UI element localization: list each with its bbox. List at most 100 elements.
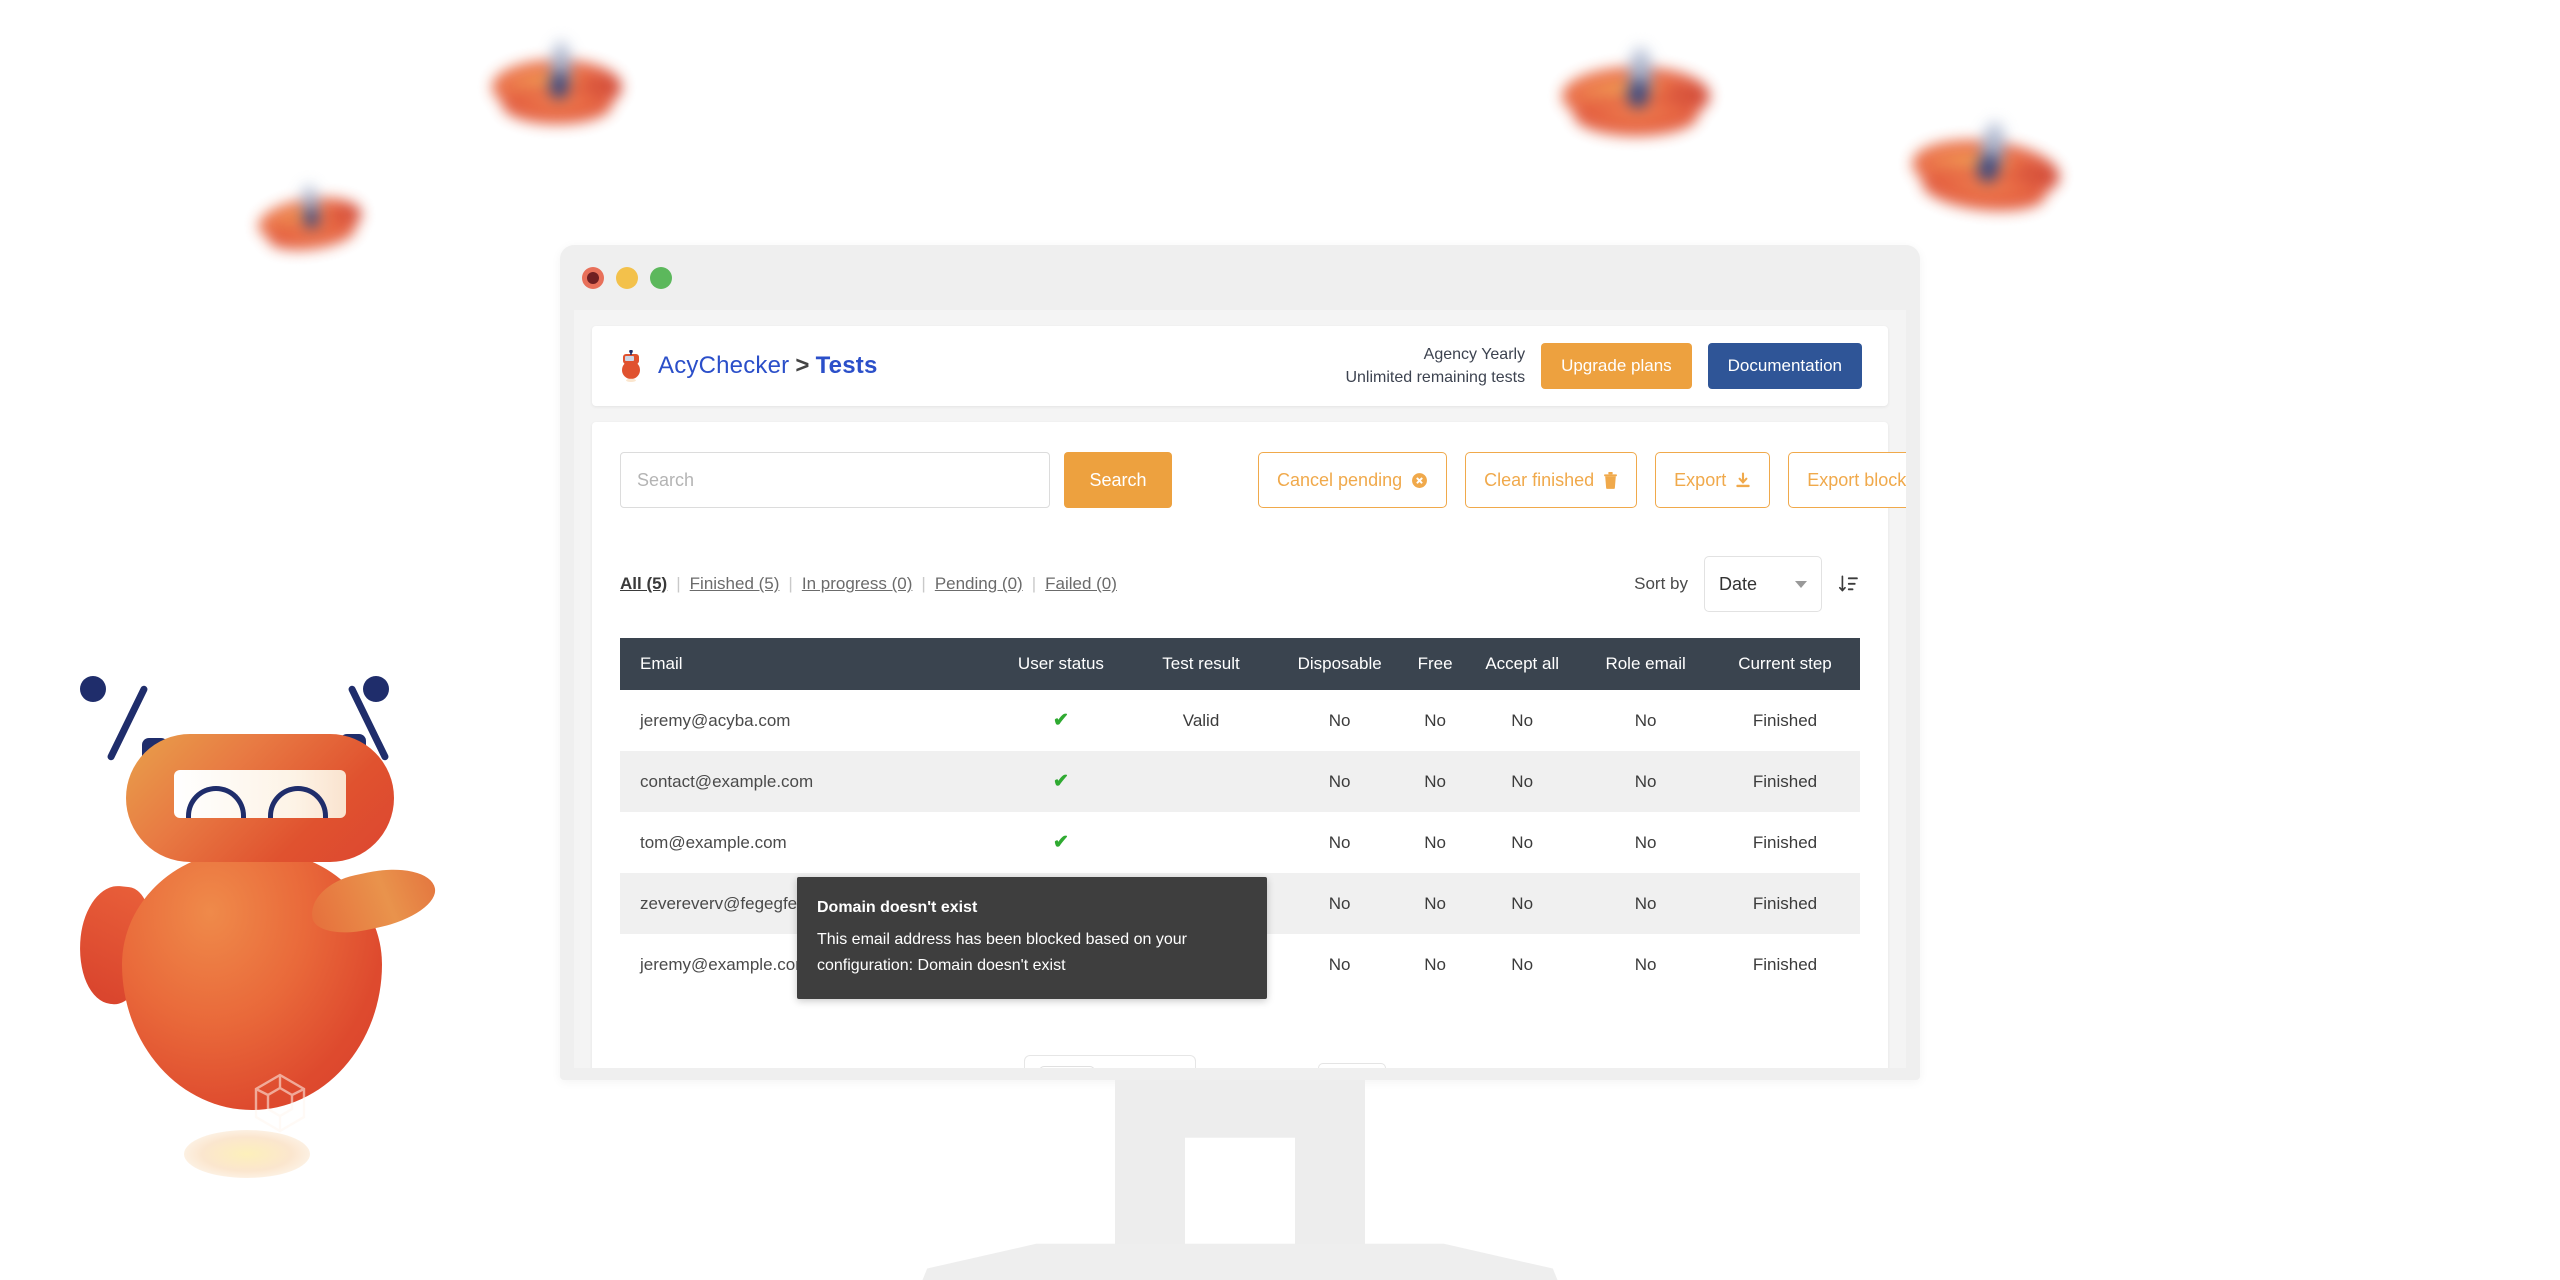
sort-by-value: Date: [1719, 573, 1758, 594]
flying-robot-decoration-1: [492, 38, 622, 136]
column-header-user-status[interactable]: User status: [992, 638, 1130, 690]
entries-count-select[interactable]: 20: [1317, 1063, 1386, 1068]
breadcrumb-brand[interactable]: AcyChecker: [658, 352, 789, 379]
column-header-free[interactable]: Free: [1407, 638, 1464, 690]
export-button[interactable]: Export: [1655, 452, 1771, 508]
page-number-input[interactable]: 1: [1039, 1066, 1096, 1068]
sort-by-select[interactable]: Date: [1704, 556, 1822, 612]
cell-user-status: ✔: [992, 690, 1130, 751]
app-header: AcyChecker > Tests Agency Yearly Unlimited…: [592, 326, 1888, 406]
filter-tab-in-progress[interactable]: In progress (0): [802, 574, 913, 594]
eye-left-icon: [186, 786, 246, 818]
cell-test-result: [1130, 751, 1272, 812]
table-row[interactable]: contact@example.com ✔ No No No No Finish…: [620, 751, 1860, 812]
monitor-stand-base: [900, 1243, 1580, 1280]
filter-and-sort-row: All (5) | Finished (5) | In progress (0)…: [620, 556, 1860, 612]
cell-current-step: Finished: [1752, 832, 1818, 852]
table-row[interactable]: tom@example.com ✔ No No No No Finished: [620, 812, 1860, 873]
valid-check-icon: ✔: [1052, 710, 1069, 731]
column-header-role-email[interactable]: Role email: [1581, 638, 1710, 690]
filter-tab-all[interactable]: All (5): [620, 574, 667, 594]
entries-per-page: Display 20 entries: [1242, 1063, 1455, 1068]
search-input[interactable]: [620, 452, 1050, 508]
cell-disposable: No: [1328, 771, 1351, 791]
cancel-circle-icon: [1412, 472, 1428, 488]
search-button[interactable]: Search: [1064, 452, 1172, 508]
cell-accept-all: No: [1511, 954, 1534, 974]
antenna-right-tip-icon: [363, 676, 389, 702]
breadcrumb-current: Tests: [815, 352, 878, 379]
column-header-disposable[interactable]: Disposable: [1272, 638, 1408, 690]
page-navigator: 1 Out of 1: [1024, 1055, 1197, 1068]
porthole-icon: [549, 73, 569, 99]
filter-tab-failed[interactable]: Failed (0): [1045, 574, 1117, 594]
cell-role-email: No: [1634, 832, 1657, 852]
blocked-email-tooltip: Domain doesn't exist This email address …: [797, 877, 1267, 999]
cell-free: No: [1424, 893, 1446, 913]
column-header-test-result[interactable]: Test result: [1129, 638, 1273, 690]
export-blocked-button[interactable]: Export blocked: [1788, 452, 1906, 508]
header-actions: Agency Yearly Unlimited remaining tests …: [1345, 343, 1862, 389]
cell-disposable: No: [1328, 893, 1351, 913]
filter-tab-pending[interactable]: Pending (0): [935, 574, 1023, 594]
cell-current-step: Finished: [1752, 710, 1818, 730]
clear-finished-label: Clear finished: [1484, 469, 1595, 490]
status-filter-tabs: All (5) | Finished (5) | In progress (0)…: [620, 574, 1117, 594]
breadcrumb: AcyChecker > Tests: [618, 350, 878, 382]
cell-test-result: [1130, 812, 1272, 873]
download-icon: [1736, 471, 1750, 487]
trash-icon: [1604, 471, 1618, 489]
window-minimize-button[interactable]: [616, 267, 638, 289]
documentation-button[interactable]: Documentation: [1707, 343, 1862, 389]
tooltip-title: Domain doesn't exist: [817, 899, 978, 916]
plan-info: Agency Yearly Unlimited remaining tests: [1345, 343, 1525, 389]
cell-email: tom@example.com: [640, 832, 787, 852]
cell-role-email: No: [1634, 710, 1657, 730]
valid-check-icon: ✔: [1052, 832, 1069, 853]
monitor-frame: AcyChecker > Tests Agency Yearly Unlimited…: [560, 245, 1920, 1280]
tests-panel: Search Cancel pending Clear fi: [592, 422, 1906, 1068]
breadcrumb-separator: >: [795, 352, 810, 379]
sort-by-label: Sort by: [1634, 574, 1688, 593]
window-maximize-button[interactable]: [650, 267, 672, 289]
column-header-email[interactable]: Email: [620, 638, 992, 690]
eye-right-icon: [268, 786, 328, 818]
arm-shape: [1656, 85, 1708, 105]
arm-shape: [575, 77, 620, 95]
flying-robot-decoration-3: [1562, 44, 1710, 148]
cell-current-step: Finished: [1752, 954, 1818, 974]
mascot-visor: [174, 770, 346, 818]
cancel-pending-button[interactable]: Cancel pending: [1258, 452, 1448, 508]
cell-accept-all: No: [1511, 832, 1534, 852]
bulk-action-buttons: Cancel pending Clear finished Export Exp…: [1258, 452, 1906, 508]
chevron-down-icon: [1795, 580, 1807, 588]
cell-role-email: No: [1634, 954, 1657, 974]
filter-tab-finished[interactable]: Finished (5): [690, 574, 780, 594]
flying-robot-decoration-2: [253, 175, 367, 265]
column-header-current-step[interactable]: Current step: [1709, 638, 1860, 690]
monitor-stand-neck: [1115, 1080, 1365, 1250]
cell-disposable: No: [1328, 710, 1351, 730]
cell-user-status: ✔: [992, 812, 1130, 873]
sort-descending-icon[interactable]: [1838, 573, 1860, 595]
toolbar: Search Cancel pending Clear fi: [620, 452, 1906, 508]
export-blocked-label: Export blocked: [1807, 469, 1906, 490]
column-header-accept-all[interactable]: Accept all: [1463, 638, 1582, 690]
window-close-button[interactable]: [582, 267, 604, 289]
cell-free: No: [1424, 771, 1446, 791]
table-row[interactable]: jeremy@acyba.com ✔ Valid No No No No Fin…: [620, 690, 1860, 751]
cancel-pending-label: Cancel pending: [1277, 469, 1403, 490]
cell-free: No: [1424, 710, 1446, 730]
plan-quota: Unlimited remaining tests: [1345, 369, 1526, 386]
antenna-left-tip-icon: [80, 676, 106, 702]
cell-role-email: No: [1634, 893, 1657, 913]
acychecker-logo-icon: [622, 350, 640, 382]
cell-test-result: Valid: [1182, 710, 1220, 730]
cell-accept-all: No: [1511, 771, 1534, 791]
upgrade-plans-button[interactable]: Upgrade plans: [1541, 343, 1692, 389]
cell-user-status: ✔: [992, 751, 1130, 812]
cell-disposable: No: [1328, 832, 1351, 852]
app-screen: AcyChecker > Tests Agency Yearly Unlimited…: [574, 310, 1906, 1068]
clear-finished-button[interactable]: Clear finished: [1465, 452, 1638, 508]
cell-current-step: Finished: [1752, 771, 1818, 791]
